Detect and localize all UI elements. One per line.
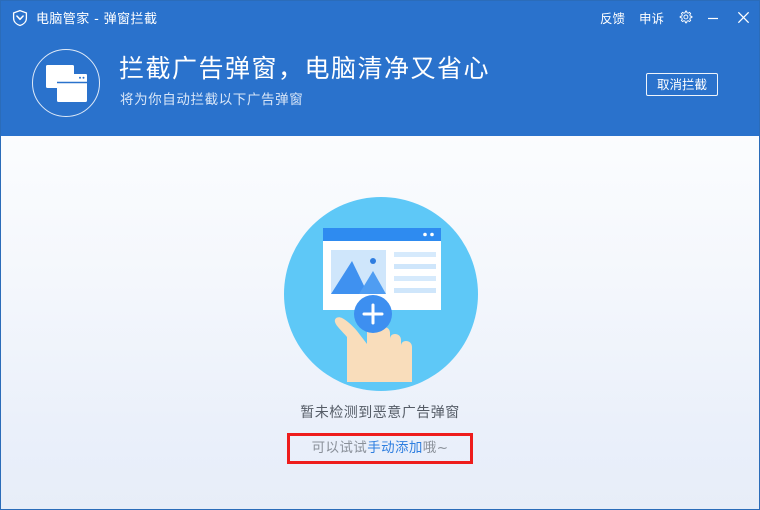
title-bar: 电脑管家 - 弹窗拦截 反馈 申诉 [1, 1, 759, 34]
hint-suffix: 哦~ [422, 440, 449, 456]
appeal-link[interactable]: 申诉 [632, 8, 671, 27]
status-text: 暂未检测到恶意广告弹窗 [300, 405, 460, 421]
hint-prefix: 可以试试 [311, 440, 368, 456]
manual-add-hint: 可以试试手动添加哦~ [286, 433, 474, 464]
cancel-blocking-button[interactable]: 取消拦截 [646, 73, 718, 96]
windows-stack-icon [32, 49, 100, 117]
feedback-link[interactable]: 反馈 [593, 8, 632, 27]
manual-add-link[interactable]: 手动添加 [367, 440, 423, 456]
header-banner: 拦截广告弹窗，电脑清净又省心 将为你自动拦截以下广告弹窗 取消拦截 [1, 34, 759, 136]
banner-subtitle: 将为你自动拦截以下广告弹窗 [120, 92, 304, 108]
add-popup-illustration [284, 197, 478, 391]
shield-icon [11, 9, 29, 27]
minimize-icon[interactable] [699, 1, 727, 34]
app-window: 电脑管家 - 弹窗拦截 反馈 申诉 拦截广告弹窗，电脑清净又省心 将为你自动拦截… [0, 0, 760, 510]
main-content: 暂未检测到恶意广告弹窗 可以试试手动添加哦~ [1, 136, 759, 509]
gear-icon[interactable] [671, 1, 699, 34]
banner-title: 拦截广告弹窗，电脑清净又省心 [119, 54, 491, 83]
title-bar-controls: 反馈 申诉 [593, 1, 759, 34]
close-icon[interactable] [727, 1, 759, 34]
hint-highlight-box: 可以试试手动添加哦~ [1, 433, 759, 464]
window-title: 电脑管家 - 弹窗拦截 [36, 12, 158, 27]
